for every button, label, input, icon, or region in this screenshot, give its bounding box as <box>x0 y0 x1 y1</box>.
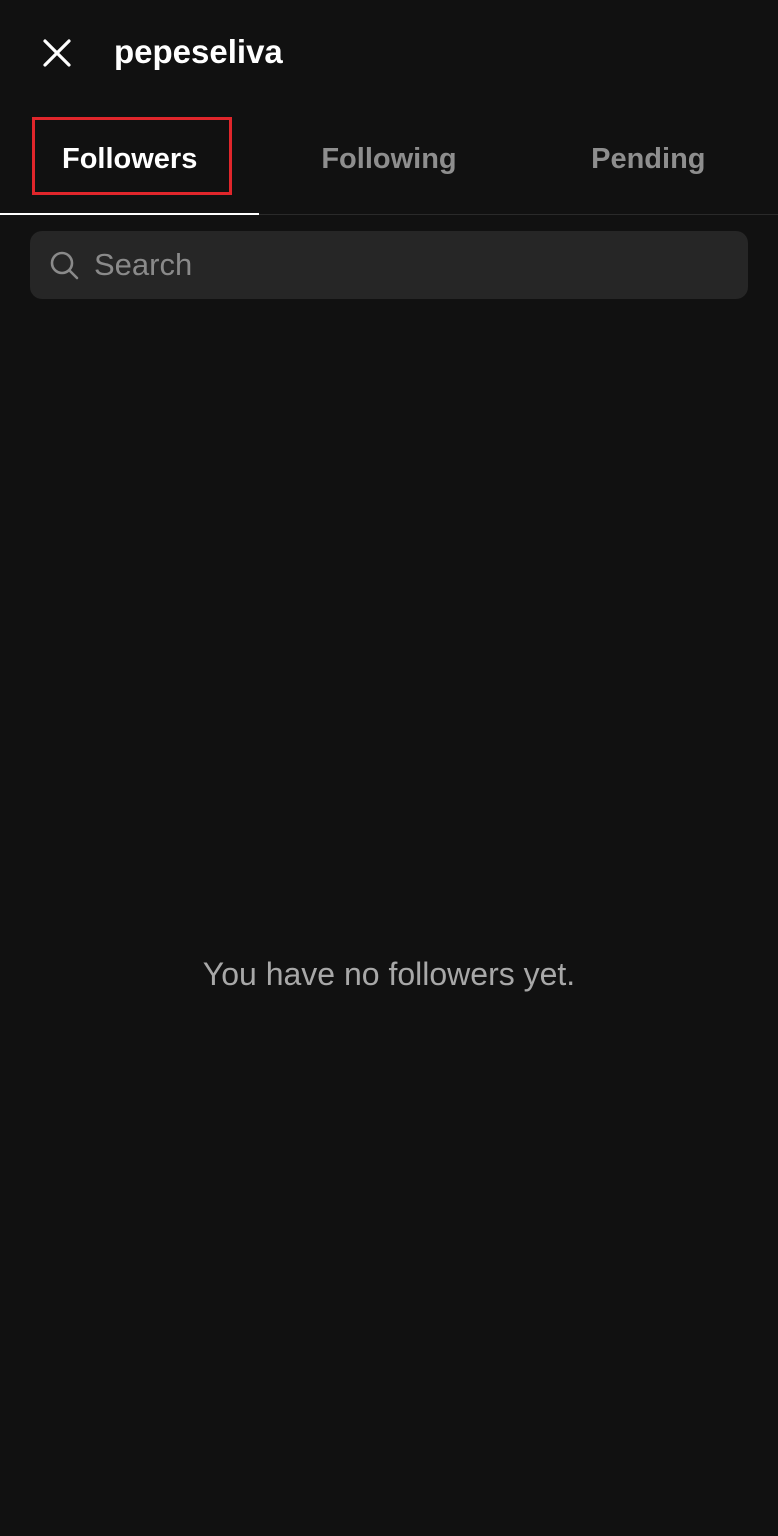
tab-following[interactable]: Following <box>259 105 518 214</box>
tab-bar: Followers Following Pending <box>0 105 778 215</box>
tab-pending[interactable]: Pending <box>519 105 778 214</box>
search-icon <box>48 249 80 281</box>
header: pepeseliva <box>0 0 778 105</box>
close-button[interactable] <box>30 26 84 80</box>
page-title: pepeseliva <box>114 33 283 70</box>
empty-state-message: You have no followers yet. <box>202 956 576 992</box>
tab-followers-label: Followers <box>61 143 198 175</box>
tab-followers[interactable]: Followers <box>0 105 260 215</box>
tab-following-label: Following <box>321 143 457 175</box>
search-bar[interactable] <box>30 231 748 299</box>
close-icon <box>43 39 71 67</box>
tab-pending-label: Pending <box>591 143 706 175</box>
search-input[interactable] <box>92 234 748 296</box>
